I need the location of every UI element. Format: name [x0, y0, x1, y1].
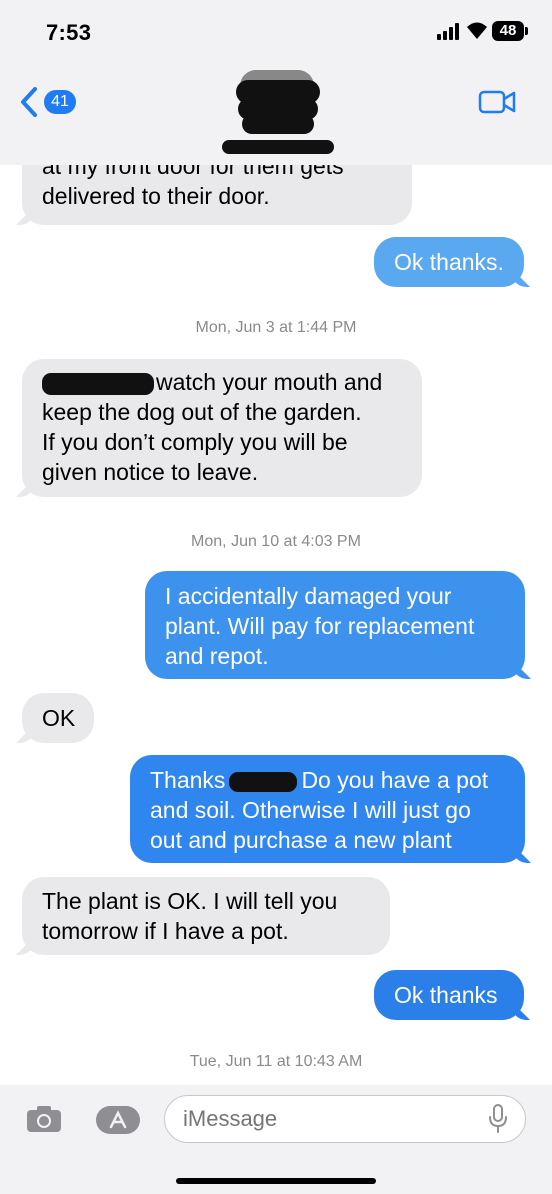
message-line: If you don’t comply you will be: [42, 429, 348, 455]
message-line: Ok thanks.: [394, 249, 504, 275]
message-outgoing[interactable]: I accidentally damaged your plant. Will …: [145, 571, 525, 679]
message-incoming[interactable]: OK: [22, 693, 94, 743]
wifi-icon: [467, 22, 487, 39]
message-line: keep the dog out of the garden.: [42, 399, 362, 425]
message-thread[interactable]: at my front door for them gets delivered…: [0, 165, 552, 1085]
message-line: watch your mouth and: [42, 367, 402, 397]
battery-nub-icon: [525, 27, 528, 35]
camera-icon[interactable]: [26, 1105, 62, 1133]
timestamp: Mon, Jun 3 at 1:44 PM: [195, 319, 357, 336]
message-line: tomorrow if I have a pot.: [42, 918, 289, 944]
name-redaction: [42, 372, 154, 395]
message-line: at my front door for them gets: [42, 165, 344, 179]
timestamp: Mon, Jun 10 at 4:03 PM: [191, 533, 361, 550]
timestamp: Tue, Jun 11 at 10:43 AM: [189, 1053, 363, 1070]
message-line: The plant is OK. I will tell you: [42, 888, 338, 914]
imessage-input[interactable]: [164, 1095, 526, 1143]
message-line: Thanks Do you have a pot: [150, 767, 489, 793]
back-chevron-icon: [21, 87, 37, 117]
message-incoming[interactable]: The plant is OK. I will tell you tomorro…: [22, 877, 390, 955]
app-store-icon[interactable]: [95, 1105, 141, 1135]
unread-count-badge: 41: [44, 90, 76, 114]
message-line: I accidentally damaged your: [165, 583, 452, 609]
message-line: Ok thanks: [394, 982, 498, 1008]
conversation-header: 7:53 48 41: [0, 0, 552, 165]
home-indicator: [176, 1178, 376, 1184]
message-line: and soil. Otherwise I will just go: [150, 797, 471, 823]
message-outgoing[interactable]: Thanks Do you have a pot and soil. Otherw…: [130, 755, 525, 863]
name-redaction: [229, 771, 298, 792]
message-line: delivered to their door.: [42, 183, 270, 209]
message-outgoing[interactable]: Ok thanks: [374, 970, 524, 1020]
back-button[interactable]: 41: [20, 87, 80, 117]
message-line: out and purchase a new plant: [150, 827, 452, 853]
microphone-icon[interactable]: [488, 1104, 508, 1134]
message-incoming[interactable]: at my front door for them gets delivered…: [22, 165, 412, 225]
contact-name-redaction[interactable]: [222, 70, 334, 154]
status-time: 7:53: [46, 20, 92, 45]
message-line: OK: [42, 705, 76, 731]
cellular-signal-icon: [437, 22, 461, 40]
message-outgoing[interactable]: Ok thanks.: [374, 237, 524, 287]
video-call-icon[interactable]: [478, 90, 516, 114]
message-line: and repot.: [165, 643, 269, 669]
message-line: plant. Will pay for replacement: [165, 613, 475, 639]
battery-indicator: 48: [492, 21, 524, 41]
message-incoming[interactable]: watch your mouth and keep the dog out of…: [22, 359, 422, 497]
message-line: given notice to leave.: [42, 459, 259, 485]
